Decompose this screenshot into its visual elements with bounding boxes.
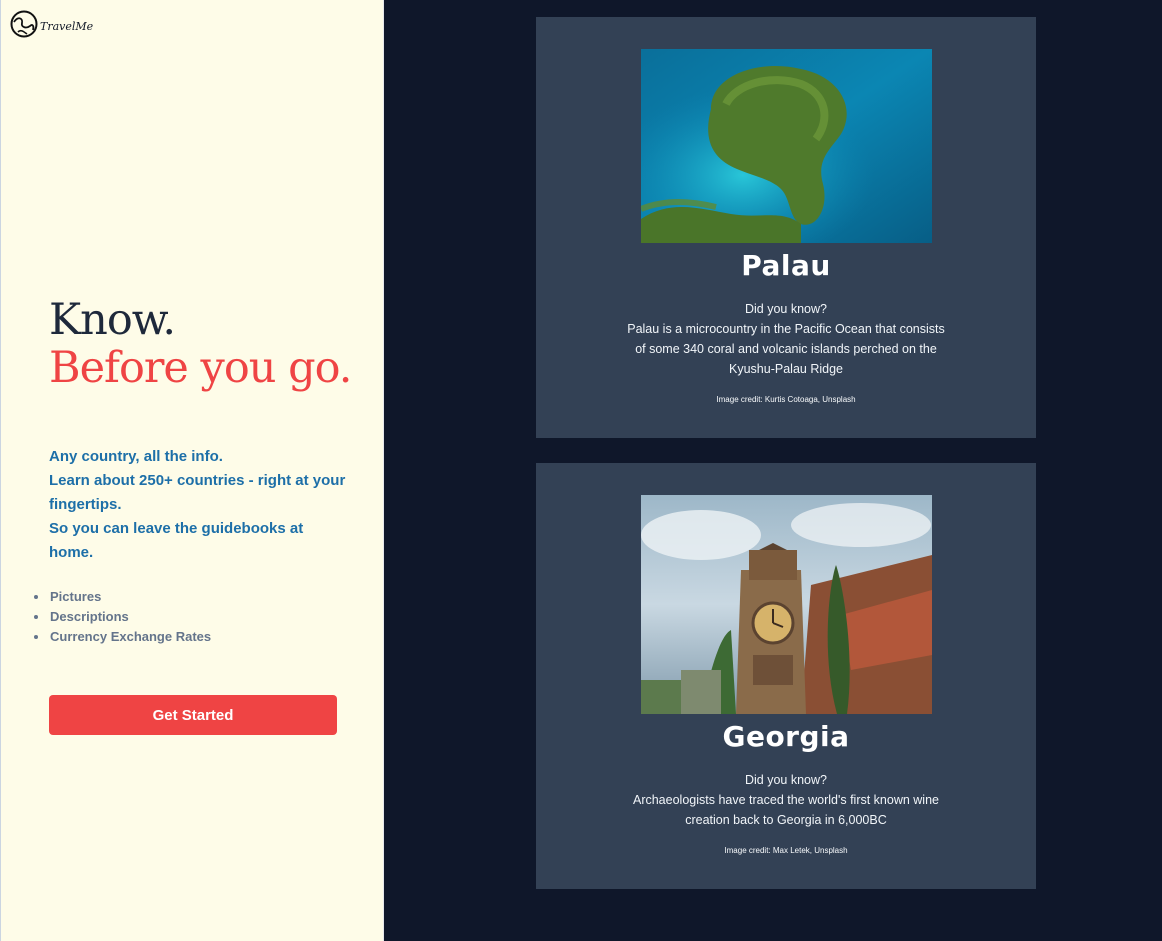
- fact-body: Archaeologists have traced the world's f…: [632, 793, 939, 827]
- intro-panel: TravelMe Know. Before you go. Any countr…: [0, 0, 384, 941]
- pitch-line-1: Any country, all the info.: [49, 448, 223, 465]
- country-name-palau: Palau: [741, 249, 831, 282]
- country-card-palau: Palau Did you know? Palau is a microcoun…: [536, 17, 1036, 438]
- feature-item-currency: Currency Exchange Rates: [49, 627, 211, 647]
- image-credit-georgia: Image credit: Max Letek, Unsplash: [724, 846, 848, 855]
- country-card-georgia: Georgia Did you know? Archaeologists hav…: [536, 463, 1036, 889]
- feature-item-descriptions: Descriptions: [49, 607, 211, 627]
- pitch-line-2: Learn about 250+ countries - right at yo…: [49, 472, 346, 513]
- landing-page: TravelMe Know. Before you go. Any countr…: [0, 0, 1162, 941]
- fact-heading: Did you know?: [745, 773, 827, 787]
- image-credit-palau: Image credit: Kurtis Cotoaga, Unsplash: [716, 395, 856, 404]
- brand-logo[interactable]: TravelMe: [10, 10, 93, 38]
- hero-headline: Know. Before you go.: [49, 295, 352, 393]
- feature-item-pictures: Pictures: [49, 587, 211, 607]
- feature-list: Pictures Descriptions Currency Exchange …: [31, 587, 211, 647]
- fact-block-palau: Did you know? Palau is a microcountry in…: [621, 299, 951, 379]
- globe-logo-icon: [10, 10, 38, 38]
- pitch-line-3: So you can leave the guidebooks at home.: [49, 520, 304, 561]
- fact-block-georgia: Did you know? Archaeologists have traced…: [621, 770, 951, 830]
- fact-body: Palau is a microcountry in the Pacific O…: [627, 322, 945, 376]
- palau-island-photo: [640, 49, 932, 243]
- value-proposition: Any country, all the info. Learn about 2…: [49, 445, 349, 565]
- georgia-clock-tower-photo: [640, 495, 932, 714]
- brand-name: TravelMe: [40, 19, 94, 33]
- get-started-button[interactable]: Get Started: [49, 695, 337, 735]
- hero-line-know: Know.: [49, 295, 176, 345]
- hero-line-before-you-go: Before you go.: [49, 343, 352, 393]
- country-cards-panel: Palau Did you know? Palau is a microcoun…: [384, 0, 1162, 941]
- fact-heading: Did you know?: [745, 302, 827, 316]
- country-name-georgia: Georgia: [722, 720, 850, 753]
